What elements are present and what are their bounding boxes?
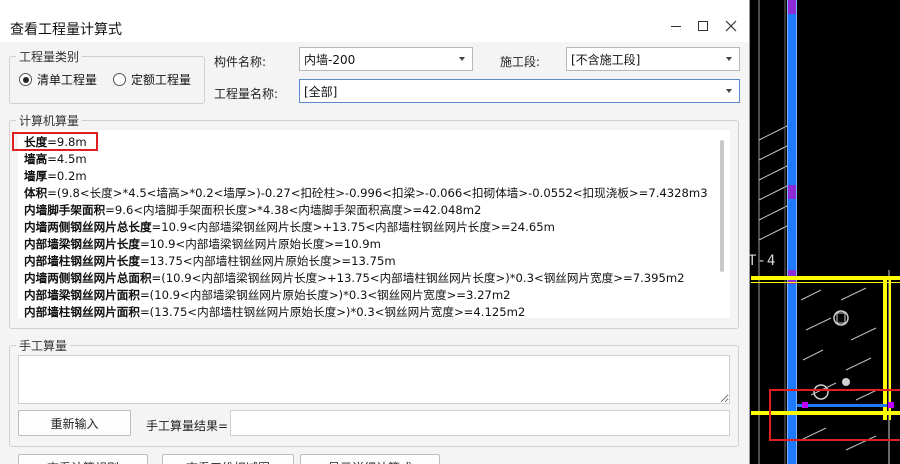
component-name-value: 内墙-200 (304, 52, 356, 67)
formula-line: 内墙两侧钢丝网片总面积=(10.9<内部墙梁钢丝网片长度>+13.75<内部墙柱… (24, 270, 685, 287)
component-name-select[interactable]: 内墙-200 (299, 47, 473, 71)
view-3d-deduction-button[interactable]: 查看三维扣减图 (162, 454, 294, 464)
component-name-label: 构件名称: (214, 55, 267, 69)
length-highlight-box (12, 132, 98, 151)
radio-bill-quantity-label: 清单工程量 (37, 73, 98, 87)
dialog-title: 查看工程量计算式 (10, 22, 122, 38)
radio-bill-quantity-indicator[interactable] (19, 73, 32, 86)
manual-result-label: 手工算量结果= (146, 419, 229, 433)
manual-result-field[interactable] (230, 410, 730, 436)
formula-expr: =0.2m (47, 169, 87, 183)
formula-line: 内墙两侧钢丝网片总长度=10.9<内部墙梁钢丝网片长度>+13.75<内部墙柱钢… (24, 219, 555, 236)
chevron-down-icon (726, 89, 732, 93)
formula-line: 墙高=4.5m (24, 151, 87, 168)
formula-name: 内部墙柱钢丝网片长度 (24, 254, 140, 268)
formula-line: 内部墙梁钢丝网片长度=10.9<内部墙梁钢丝网片原始长度>=10.9m (24, 236, 381, 253)
formula-expr: =4.5m (47, 152, 87, 166)
manual-formula-input[interactable] (18, 355, 730, 404)
formula-name: 内部墙梁钢丝网片面积 (24, 288, 140, 302)
quantity-name-select[interactable]: [全部] (299, 79, 740, 103)
close-icon (725, 20, 737, 32)
construction-section-label: 施工段: (500, 55, 541, 69)
view-calc-rules-button[interactable]: 查看计算规则 (18, 454, 148, 464)
chevron-down-icon (726, 57, 732, 61)
computed-formula-text[interactable]: 长度=9.8m 墙高=4.5m 墙厚=0.2m 体积=(9.8<长度>*4.5<… (18, 130, 730, 318)
formula-expr: =(10.9<内部墙梁钢丝网片原始长度>)*0.3<钢丝网片宽度>=3.27m2 (139, 288, 511, 302)
formula-name: 内墙脚手架面积 (24, 203, 106, 217)
formula-name: 墙高 (24, 152, 48, 166)
formula-name: 内部墙柱钢丝网片面积 (24, 305, 140, 318)
reinput-button[interactable]: 重新输入 (18, 410, 131, 436)
formula-name: 内部墙梁钢丝网片长度 (24, 237, 140, 251)
formula-expr: =9.6<内墙脚手架面积长度>*4.38<内墙脚手架面积高度>=42.048m2 (105, 203, 482, 217)
formula-name: 内墙两侧钢丝网片总长度 (24, 220, 152, 234)
formula-line: 墙厚=0.2m (24, 168, 87, 185)
title-bar[interactable]: 查看工程量计算式 (0, 0, 749, 42)
formula-scrollbar[interactable] (718, 140, 726, 320)
minimize-button[interactable] (664, 14, 688, 38)
formula-name: 体积 (24, 186, 48, 200)
formula-line: 体积=(9.8<长度>*4.5<墙高>*0.2<墙厚>)-0.27<扣砼柱>-0… (24, 185, 708, 202)
minimize-icon (671, 25, 681, 27)
formula-name: 内墙两侧钢丝网片总面积 (24, 271, 152, 285)
quantity-formula-dialog: 查看工程量计算式 工程量类别 清单工程量 定额工程量 构件名称: 内墙-200 … (0, 0, 750, 464)
computed-quantity-legend: 计算机算量 (19, 114, 80, 128)
formula-expr: =10.9<内部墙梁钢丝网片原始长度>=10.9m (139, 237, 381, 251)
quantity-type-legend: 工程量类别 (19, 50, 80, 64)
manual-quantity-legend: 手工算量 (19, 339, 68, 353)
formula-expr: =(9.8<长度>*4.5<墙高>*0.2<墙厚>)-0.27<扣砼柱>-0.9… (47, 186, 708, 200)
formula-line: 内部墙梁钢丝网片面积=(10.9<内部墙梁钢丝网片原始长度>)*0.3<钢丝网片… (24, 287, 511, 304)
construction-section-select[interactable]: [不含施工段] (566, 47, 740, 71)
cad-highlight-box (769, 389, 900, 441)
formula-line: 内墙脚手架面积=9.6<内墙脚手架面积长度>*4.38<内墙脚手架面积高度>=4… (24, 202, 481, 219)
show-detailed-formula-button[interactable]: 显示详细计算式 (300, 454, 440, 464)
formula-line: 内部墙柱钢丝网片长度=13.75<内部墙柱钢丝网片原始长度>=13.75m (24, 253, 396, 270)
formula-expr: =(10.9<内部墙梁钢丝网片长度>+13.75<内部墙柱钢丝网片长度>)*0.… (151, 271, 685, 285)
radio-quota-quantity[interactable]: 定额工程量 (113, 71, 191, 88)
formula-scrollbar-thumb[interactable] (720, 140, 724, 272)
construction-section-value: [不含施工段] (571, 52, 641, 67)
cad-axis-label: T-4 (748, 253, 777, 269)
formula-expr: =(13.75<内部墙柱钢丝网片原始长度>)*0.3<钢丝网片宽度>=4.125… (139, 305, 526, 318)
formula-line: 内部墙柱钢丝网片面积=(13.75<内部墙柱钢丝网片原始长度>)*0.3<钢丝网… (24, 304, 525, 318)
radio-quota-quantity-label: 定额工程量 (131, 73, 192, 87)
maximize-icon (698, 21, 708, 31)
maximize-button[interactable] (691, 14, 715, 38)
quantity-name-value: [全部] (304, 84, 338, 99)
radio-quota-quantity-indicator[interactable] (113, 73, 126, 86)
quantity-name-label: 工程量名称: (214, 87, 279, 101)
formula-name: 墙厚 (24, 169, 48, 183)
close-button[interactable] (719, 14, 743, 38)
formula-expr: =10.9<内部墙梁钢丝网片长度>+13.75<内部墙柱钢丝网片长度>=24.6… (151, 220, 555, 234)
radio-bill-quantity[interactable]: 清单工程量 (19, 71, 97, 88)
formula-expr: =13.75<内部墙柱钢丝网片原始长度>=13.75m (139, 254, 396, 268)
chevron-down-icon (459, 57, 465, 61)
